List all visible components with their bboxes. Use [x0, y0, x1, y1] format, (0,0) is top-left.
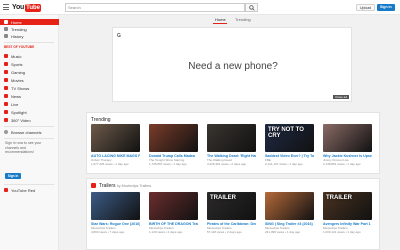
- video-title[interactable]: Pirates of the Caribbean: Dead: [207, 222, 256, 226]
- guide-sidebar: Home Trending History BEST OF YOUTUBE Mu…: [0, 15, 59, 250]
- sidebar-item-history[interactable]: History: [0, 33, 59, 39]
- video-thumbnail[interactable]: [149, 192, 198, 220]
- ad-headline: Need a new phone?: [188, 61, 278, 72]
- google-logo: G: [117, 33, 121, 39]
- music-icon: [4, 54, 8, 58]
- video-meta: 1,677,226 views • 1 day ago: [91, 163, 129, 166]
- sidebar-item-youtube-red[interactable]: YouTube Red: [0, 187, 59, 193]
- tab-bar: Home Trending: [59, 15, 400, 23]
- trending-icon: [4, 27, 8, 31]
- channel-avatar-icon[interactable]: [91, 183, 96, 188]
- live-icon: [4, 102, 8, 106]
- video-meta: 2,148,861 views • 1 day ago: [323, 163, 361, 166]
- sidebar-item-movies[interactable]: Movies: [0, 77, 59, 83]
- video-meta: 57,118 views • 2 days ago: [207, 231, 242, 234]
- trending-shelf: Trending AUTO LACING NIKE MAGS FORUnbox …: [86, 112, 380, 174]
- video-thumbnail[interactable]: [149, 124, 198, 152]
- 360-video-icon: [4, 118, 8, 122]
- sidebar-item-gaming[interactable]: Gaming: [0, 69, 59, 75]
- sidebar-item-music[interactable]: Music: [0, 53, 59, 59]
- history-icon: [4, 34, 8, 38]
- sidebar-item-360-video[interactable]: 360° Video: [0, 117, 59, 123]
- tab-home[interactable]: Home: [215, 17, 226, 22]
- video-title[interactable]: The Walking Dead: 'Right Hand': [207, 154, 256, 158]
- trailers-shelf: Trailers by Movieclips Trailers Star War…: [86, 178, 380, 250]
- video-meta: 241,098 views • 1 day ago: [265, 231, 301, 234]
- youtube-red-icon: [4, 188, 8, 192]
- divider: [4, 126, 54, 127]
- sidebar-item-live[interactable]: Live: [0, 101, 59, 107]
- video-title[interactable]: BIRTH OF THE DRAGON Trailer: [149, 222, 198, 226]
- video-thumbnail[interactable]: [265, 192, 314, 220]
- top-bar: You Tube Search Upload Sign in: [0, 0, 400, 15]
- video-meta: 4,800 views • 7 days ago: [91, 231, 125, 234]
- video-thumbnail[interactable]: TRY NOT TO CRY: [265, 124, 314, 152]
- tab-trending[interactable]: Trending: [235, 17, 251, 22]
- sidebar-item-sports[interactable]: Sports: [0, 61, 59, 67]
- video-meta: 2,141,107 views • 1 day ago: [265, 163, 303, 166]
- menu-icon[interactable]: [3, 4, 9, 10]
- video-meta: 1,140 views • 2 days ago: [149, 231, 183, 234]
- video-title[interactable]: Star Wars: Rogue One (2016): [91, 222, 140, 226]
- tv-icon: [4, 86, 8, 90]
- trending-shelf-title[interactable]: Trending: [91, 117, 111, 123]
- youtube-logo[interactable]: You Tube: [12, 3, 41, 12]
- spotlight-icon: [4, 110, 8, 114]
- active-tab-indicator: [213, 23, 227, 24]
- video-thumbnail[interactable]: [91, 192, 140, 220]
- sidebar-item-news[interactable]: News: [0, 93, 59, 99]
- trailers-shelf-title[interactable]: Trailers by Movieclips Trailers: [99, 183, 151, 189]
- video-title[interactable]: SING | Sing Trailer #3 (2016): [265, 222, 314, 226]
- video-title[interactable]: Why Jackie Kushner Is Upset: [323, 154, 372, 158]
- sidebar-item-spotlight[interactable]: Spotlight: [0, 109, 59, 115]
- search-input[interactable]: Search: [65, 3, 245, 12]
- sidebar-sign-in-button[interactable]: Sign in: [5, 173, 21, 179]
- sidebar-item-browse-channels[interactable]: Browse channels: [0, 129, 59, 135]
- thumbnail-overlay-text: TRAILER: [326, 195, 352, 201]
- plus-circle-icon: [4, 130, 8, 134]
- sign-in-button[interactable]: Sign in: [377, 4, 395, 11]
- video-title[interactable]: Avengers Infinity War Part 1: [323, 222, 372, 226]
- divider: [4, 42, 54, 43]
- video-title[interactable]: Saddest Video Ever? | Try To: [265, 154, 314, 158]
- masthead-ad[interactable]: G Need a new phone? Close ad: [112, 27, 352, 102]
- thumbnail-overlay-text: TRY NOT TO CRY: [268, 127, 304, 139]
- search-icon: [249, 5, 255, 11]
- video-thumbnail[interactable]: TRAILER: [323, 192, 372, 220]
- sign-in-prompt: Sign in now to see your channels and rec…: [5, 141, 42, 154]
- thumbnail-overlay-text: TRAILER: [210, 195, 236, 201]
- divider: [4, 138, 54, 139]
- sidebar-item-trending[interactable]: Trending: [0, 26, 59, 32]
- video-thumbnail[interactable]: [323, 124, 372, 152]
- upload-button[interactable]: Upload: [356, 4, 376, 11]
- video-title[interactable]: AUTO LACING NIKE MAGS FOR: [91, 154, 140, 158]
- video-meta: 3,226,361 views • 2 days ago: [207, 163, 247, 166]
- sidebar-item-tv-shows[interactable]: TV Shows: [0, 85, 59, 91]
- close-ad-button[interactable]: Close ad: [333, 95, 349, 99]
- divider: [4, 184, 54, 185]
- sports-icon: [4, 62, 8, 66]
- movies-icon: [4, 78, 8, 82]
- video-meta: 1,000,121 views • 1 day ago: [323, 231, 361, 234]
- best-of-youtube-heading: BEST OF YOUTUBE: [4, 45, 35, 49]
- video-meta: 1,735,897 views • 1 day ago: [149, 163, 187, 166]
- video-thumbnail[interactable]: [91, 124, 140, 152]
- search-button[interactable]: [245, 3, 258, 12]
- video-thumbnail[interactable]: [207, 124, 256, 152]
- news-icon: [4, 94, 8, 98]
- video-thumbnail[interactable]: TRAILER: [207, 192, 256, 220]
- home-icon: [4, 20, 8, 24]
- video-title[interactable]: Donald Trump Calls Madea: [149, 154, 198, 158]
- sidebar-item-home[interactable]: Home: [0, 19, 59, 25]
- gaming-icon: [4, 70, 8, 74]
